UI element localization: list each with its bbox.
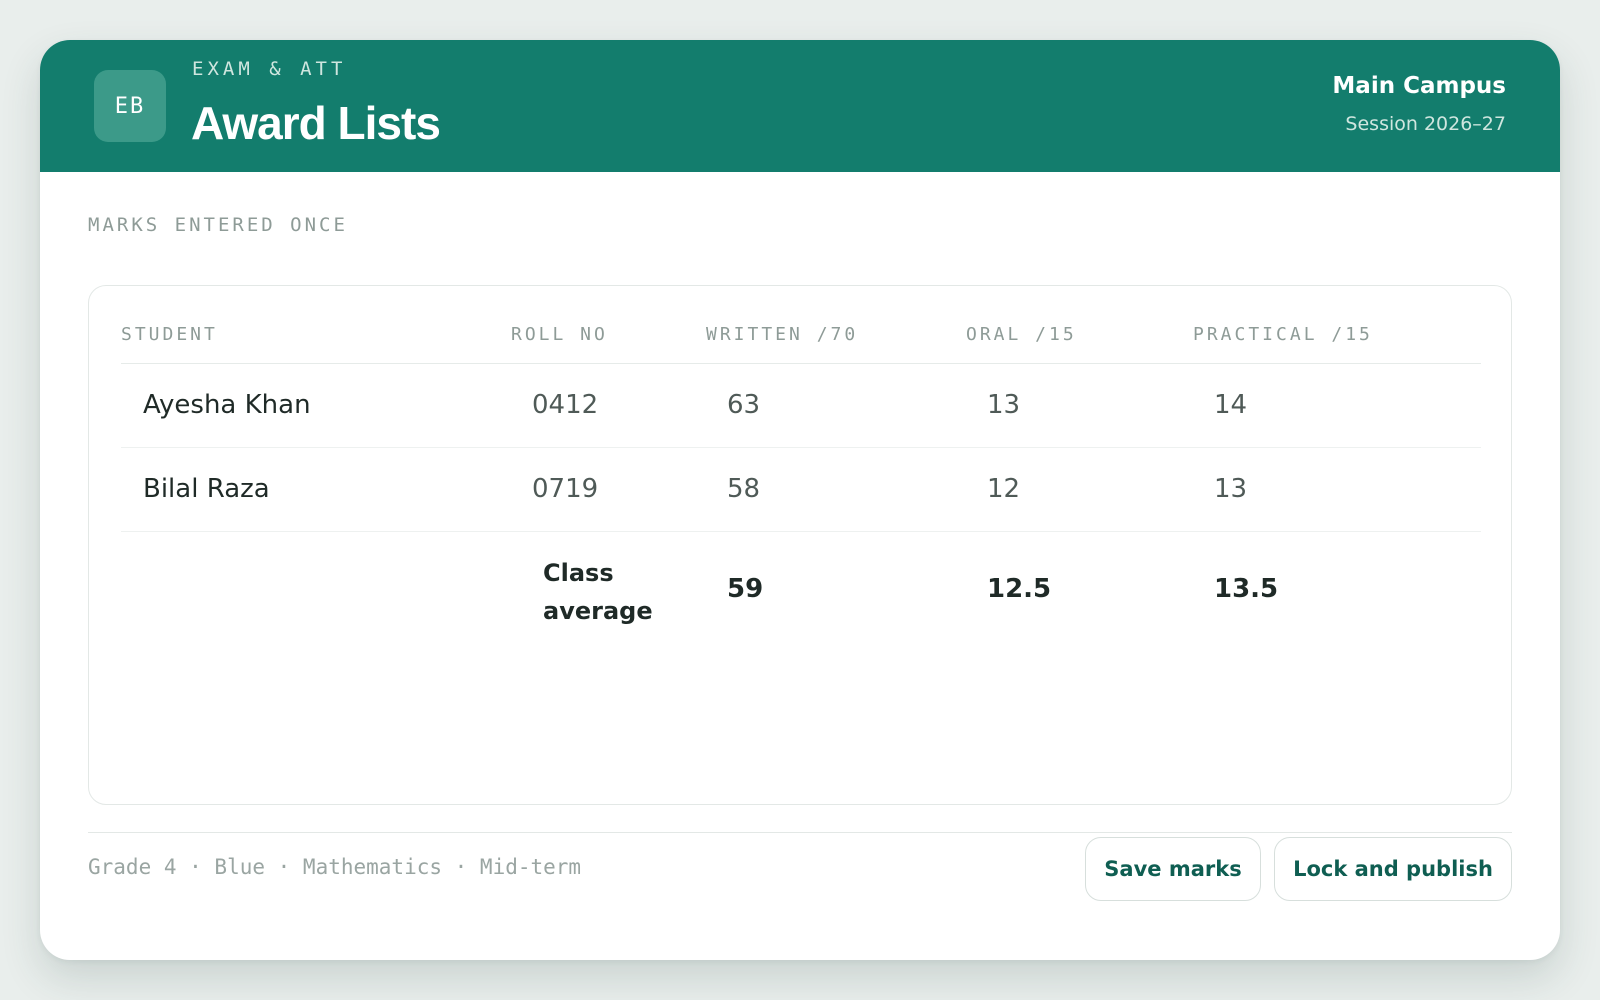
column-header-oral: ORAL /15 [966,324,1077,345]
practical-mark[interactable]: 14 [1214,390,1247,420]
section-label: MARKS ENTERED ONCE [88,214,348,236]
student-name: Bilal Raza [143,474,270,504]
average-practical: 13.5 [1214,574,1279,604]
save-marks-button[interactable]: Save marks [1085,837,1261,901]
roll-number: 0412 [532,390,599,420]
column-header-practical: PRACTICAL /15 [1193,324,1373,345]
lock-and-publish-button[interactable]: Lock and publish [1274,837,1512,901]
written-mark[interactable]: 63 [727,390,760,420]
module-eyebrow: EXAM & ATT [192,58,347,80]
column-header-roll-no: ROLL NO [511,324,608,345]
exam-context: Grade 4 · Blue · Mathematics · Mid-term [88,855,582,879]
campus-name: Main Campus [1332,73,1506,99]
session-label: Session 2026–27 [1345,113,1506,135]
page-title: Award Lists [191,97,441,149]
column-header-student: STUDENT [121,324,218,345]
column-header-written: WRITTEN /70 [706,324,859,345]
app-header: EB EXAM & ATT Award Lists Main Campus Se… [40,40,1560,172]
table-header: STUDENT ROLL NO WRITTEN /70 ORAL /15 PRA… [121,286,1481,364]
oral-mark[interactable]: 13 [987,390,1020,420]
average-oral: 12.5 [987,574,1052,604]
written-mark[interactable]: 58 [727,474,760,504]
marks-table: STUDENT ROLL NO WRITTEN /70 ORAL /15 PRA… [88,285,1512,805]
app-badge: EB [94,70,166,142]
average-written: 59 [727,574,764,604]
student-name: Ayesha Khan [143,390,311,420]
oral-mark[interactable]: 12 [987,474,1020,504]
table-row: Bilal Raza 0719 58 12 13 [121,448,1481,532]
award-lists-card: EB EXAM & ATT Award Lists Main Campus Se… [40,40,1560,960]
roll-number: 0719 [532,474,599,504]
footer-divider [88,832,1512,833]
practical-mark[interactable]: 13 [1214,474,1247,504]
class-average-label: Class average [543,559,653,625]
class-average-row: Class average 59 12.5 13.5 [121,532,1481,662]
table-row: Ayesha Khan 0412 63 13 14 [121,364,1481,448]
